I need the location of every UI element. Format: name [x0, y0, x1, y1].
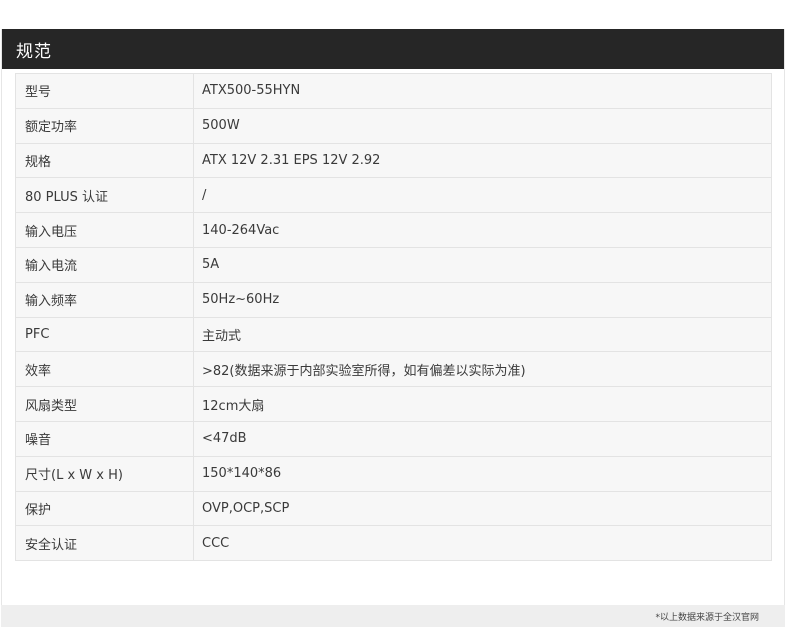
- spec-label: 输入电压: [15, 212, 194, 248]
- spec-value: >82(数据来源于内部实验室所得，如有偏差以实际为准): [193, 351, 772, 388]
- spec-row: 型号 ATX500-55HYN: [15, 73, 772, 109]
- footer-bar: *以上数据来源于全汉官网: [1, 605, 785, 627]
- spec-row: 输入电压 140-264Vac: [15, 212, 772, 248]
- spec-row: PFC 主动式: [15, 316, 772, 353]
- spec-label: 尺寸(L x W x H): [15, 455, 194, 492]
- spec-row: 效率 >82(数据来源于内部实验室所得，如有偏差以实际为准): [15, 351, 772, 388]
- spec-table-body: 型号 ATX500-55HYN 额定功率 500W 规格 ATX 12V 2.31 EPS…: [15, 73, 772, 562]
- spec-row: 输入电流 5A: [15, 246, 772, 283]
- page: 规范 型号 ATX500-55HYN 额定功率 500W 规格 ATX 12V 2.31 …: [0, 0, 788, 627]
- spec-value: 500W: [193, 107, 772, 144]
- spec-value: 140-264Vac: [193, 212, 772, 248]
- spec-row: 规格 ATX 12V 2.31 EPS 12V 2.92: [15, 142, 772, 179]
- spec-value: 主动式: [193, 316, 772, 353]
- spec-value: 50Hz~60Hz: [193, 281, 772, 318]
- spec-value: CCC: [193, 525, 772, 562]
- spec-row: 风扇类型 12cm大扇: [15, 386, 772, 422]
- spec-value: OVP,OCP,SCP: [193, 490, 772, 527]
- spec-row: 尺寸(L x W x H) 150*140*86: [15, 455, 772, 492]
- spec-row: 保护 OVP,OCP,SCP: [15, 490, 772, 527]
- spec-value: 5A: [193, 246, 772, 283]
- spec-row: 安全认证 CCC: [15, 525, 772, 562]
- spec-card: 规范 型号 ATX500-55HYN 额定功率 500W 规格 ATX 12V 2.31 …: [1, 29, 785, 606]
- spec-value: 150*140*86: [193, 455, 772, 492]
- spec-label: 风扇类型: [15, 386, 194, 422]
- spec-label: 安全认证: [15, 525, 194, 562]
- spec-value: 12cm大扇: [193, 386, 772, 422]
- spec-label: 80 PLUS 认证: [15, 177, 194, 214]
- spec-label: 输入频率: [15, 281, 194, 318]
- footer-note: *以上数据来源于全汉官网: [655, 612, 759, 623]
- spec-label: 额定功率: [15, 107, 194, 144]
- spec-value: ATX 12V 2.31 EPS 12V 2.92: [193, 142, 772, 179]
- section-title: 规范: [16, 41, 52, 62]
- section-header: 规范: [2, 29, 784, 69]
- spec-table: 型号 ATX500-55HYN 额定功率 500W 规格 ATX 12V 2.31 EPS…: [15, 73, 772, 562]
- spec-row: 额定功率 500W: [15, 107, 772, 144]
- spec-value: ATX500-55HYN: [193, 73, 772, 109]
- top-whitespace: [0, 0, 788, 28]
- spec-label: 效率: [15, 351, 194, 388]
- spec-value: /: [193, 177, 772, 214]
- spec-label: PFC: [15, 316, 194, 353]
- spec-label: 规格: [15, 142, 194, 179]
- spec-label: 输入电流: [15, 246, 194, 283]
- spec-row: 80 PLUS 认证 /: [15, 177, 772, 214]
- spec-row: 输入频率 50Hz~60Hz: [15, 281, 772, 318]
- spec-label: 噪音: [15, 420, 194, 457]
- spec-label: 型号: [15, 73, 194, 109]
- spec-value: <47dB: [193, 420, 772, 457]
- spec-label: 保护: [15, 490, 194, 527]
- spec-row: 噪音 <47dB: [15, 420, 772, 457]
